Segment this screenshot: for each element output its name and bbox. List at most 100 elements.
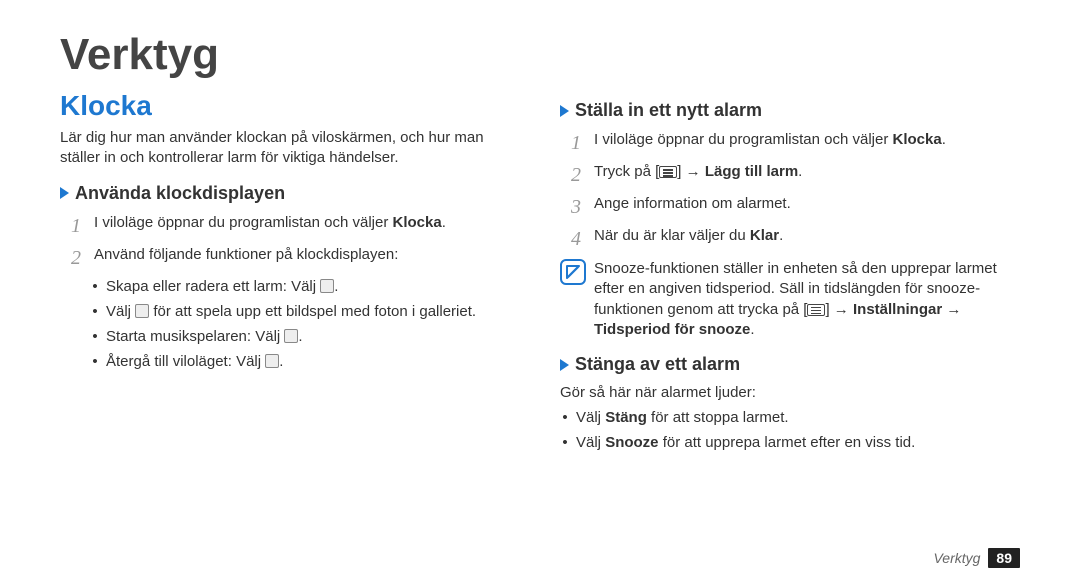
subheading-stanga-av-alarm: Stänga av ett alarm	[560, 354, 1020, 375]
step-body: Ange information om alarmet.	[594, 193, 1020, 221]
text: Tryck på [	[594, 163, 659, 180]
step-number: 4	[566, 225, 586, 253]
step-body: I viloläge öppnar du programlistan och v…	[594, 129, 1020, 157]
klocka-intro: Lär dig hur man använder klockan på vilo…	[60, 128, 520, 169]
text: .	[750, 321, 754, 338]
chevron-right-icon	[560, 105, 569, 117]
text: .	[779, 227, 783, 244]
step-number: 1	[566, 129, 586, 157]
step-2: 2 Använd följande funktioner på klockdis…	[66, 244, 520, 272]
bold-text: Lägg till larm	[705, 163, 798, 180]
list-item: • Återgå till viloläget: Välj .	[90, 351, 520, 372]
text: Välj	[106, 303, 135, 320]
text: I viloläge öppnar du programlistan och v…	[94, 214, 393, 231]
text: .	[279, 353, 283, 370]
bullet-dot: •	[90, 301, 100, 322]
steps-stalla-in-alarm: 1 I viloläge öppnar du programlistan och…	[566, 129, 1020, 253]
text: .	[798, 163, 802, 180]
sub-bullets: • Skapa eller radera ett larm: Välj . • …	[90, 276, 520, 372]
page-title: Verktyg	[60, 30, 1020, 80]
step-body: Tryck på [ ] → Lägg till larm.	[594, 161, 1020, 189]
bullet-body: Välj Snooze för att upprepa larmet efter…	[576, 432, 1020, 453]
bullet-body: Skapa eller radera ett larm: Välj .	[106, 276, 520, 297]
step-4: 4 När du är klar väljer du Klar.	[566, 225, 1020, 253]
footer-section: Verktyg	[933, 550, 980, 566]
menu-icon	[807, 304, 825, 316]
bold-text: Inställningar	[853, 301, 942, 318]
text: .	[442, 214, 446, 231]
content-columns: Klocka Lär dig hur man använder klockan …	[60, 90, 1020, 566]
text: Starta musikspelaren: Välj	[106, 328, 284, 345]
note-body: Snooze-funktionen ställer in enheten så …	[594, 259, 1020, 340]
subheading-text: Ställa in ett nytt alarm	[575, 100, 762, 121]
note-icon	[560, 259, 586, 285]
list-item: • Starta musikspelaren: Välj .	[90, 326, 520, 347]
text: Välj	[576, 409, 605, 426]
text: .	[942, 131, 946, 148]
slideshow-icon	[135, 304, 149, 318]
text: ] →	[825, 301, 853, 318]
subheading-text: Använda klockdisplayen	[75, 183, 285, 204]
text: för att stoppa larmet.	[647, 409, 789, 426]
text: .	[334, 278, 338, 295]
step-3: 3 Ange information om alarmet.	[566, 193, 1020, 221]
steps-klockdisplayen: 1 I viloläge öppnar du programlistan och…	[66, 212, 520, 272]
bullet-dot: •	[560, 432, 570, 453]
bullet-dot: •	[90, 326, 100, 347]
text: När du är klar väljer du	[594, 227, 750, 244]
turn-off-alarm-intro: Gör så här när alarmet ljuder:	[560, 383, 1020, 403]
music-icon	[284, 329, 298, 343]
step-number: 2	[566, 161, 586, 189]
left-column: Klocka Lär dig hur man använder klockan …	[60, 90, 520, 566]
text: →	[942, 301, 961, 318]
bullet-dot: •	[90, 276, 100, 297]
list-item: • Välj Snooze för att upprepa larmet eft…	[560, 432, 1020, 453]
section-heading-klocka: Klocka	[60, 90, 520, 122]
step-number: 1	[66, 212, 86, 240]
alarm-icon	[320, 279, 334, 293]
bullet-body: Välj Stäng för att stoppa larmet.	[576, 407, 1020, 428]
home-icon	[265, 354, 279, 368]
text: ] →	[677, 163, 705, 180]
bullet-body: Återgå till viloläget: Välj .	[106, 351, 520, 372]
page-number: 89	[988, 548, 1020, 568]
subheading-stalla-in-alarm: Ställa in ett nytt alarm	[560, 100, 1020, 121]
bold-text: Snooze	[605, 434, 658, 451]
text: .	[298, 328, 302, 345]
bold-text: Klocka	[893, 131, 942, 148]
bullet-dot: •	[90, 351, 100, 372]
text: Skapa eller radera ett larm: Välj	[106, 278, 320, 295]
bullet-body: Välj för att spela upp ett bildspel med …	[106, 301, 520, 322]
subheading-klockdisplayen: Använda klockdisplayen	[60, 183, 520, 204]
list-item: • Välj för att spela upp ett bildspel me…	[90, 301, 520, 322]
step-1: 1 I viloläge öppnar du programlistan och…	[566, 129, 1020, 157]
page-footer: Verktyg 89	[933, 548, 1020, 568]
bold-text: Stäng	[605, 409, 647, 426]
bullet-dot: •	[560, 407, 570, 428]
list-item: • Skapa eller radera ett larm: Välj .	[90, 276, 520, 297]
bullet-body: Starta musikspelaren: Välj .	[106, 326, 520, 347]
text: I viloläge öppnar du programlistan och v…	[594, 131, 893, 148]
bold-text: Tidsperiod för snooze	[594, 321, 750, 338]
bold-text: Klar	[750, 227, 779, 244]
chevron-right-icon	[560, 359, 569, 371]
step-2: 2 Tryck på [ ] → Lägg till larm.	[566, 161, 1020, 189]
text: Återgå till viloläget: Välj	[106, 353, 265, 370]
text: för att spela upp ett bildspel med foton…	[149, 303, 476, 320]
chevron-right-icon	[60, 187, 69, 199]
step-body: I viloläge öppnar du programlistan och v…	[94, 212, 520, 240]
step-number: 2	[66, 244, 86, 272]
text: Välj	[576, 434, 605, 451]
subheading-text: Stänga av ett alarm	[575, 354, 740, 375]
menu-icon	[659, 166, 677, 178]
step-1: 1 I viloläge öppnar du programlistan och…	[66, 212, 520, 240]
note-block: Snooze-funktionen ställer in enheten så …	[560, 259, 1020, 340]
step-body: När du är klar väljer du Klar.	[594, 225, 1020, 253]
list-item: • Välj Stäng för att stoppa larmet.	[560, 407, 1020, 428]
step-body: Använd följande funktioner på klockdispl…	[94, 244, 520, 272]
bold-text: Klocka	[393, 214, 442, 231]
text: för att upprepa larmet efter en viss tid…	[659, 434, 916, 451]
step-number: 3	[566, 193, 586, 221]
right-column: Ställa in ett nytt alarm 1 I viloläge öp…	[560, 90, 1020, 566]
page: Verktyg Klocka Lär dig hur man använder …	[0, 0, 1080, 586]
